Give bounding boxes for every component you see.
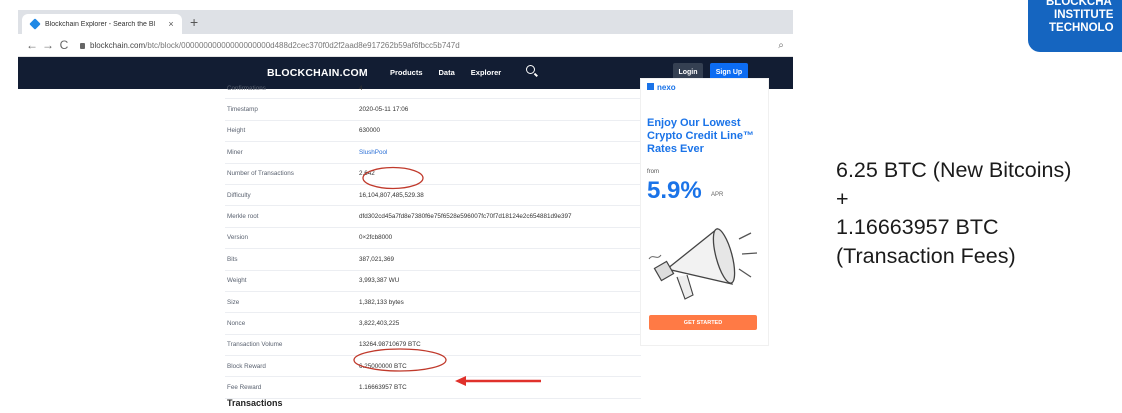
explanation-line-1: 6.25 BTC (New Bitcoins) [836,158,1072,182]
badge-line-3: TECHNOLO [1049,22,1114,34]
explanation-line-3: 1.16663957 BTC [836,215,999,239]
explanation-line-4: (Transaction Fees) [836,243,1016,268]
reward-explanation: 6.25 BTC (New Bitcoins) + 1.16663957 BTC… [836,156,1071,270]
transactions-count-circle [362,166,424,190]
badge-line-1: BLOCKCHA [1046,0,1112,8]
explanation-line-2: + [836,186,849,211]
fee-reward-arrow-head [455,376,466,386]
block-reward-circle [353,348,447,372]
badge-line-2: INSTITUTE [1054,9,1114,21]
institute-badge-text: BLOCKCHA INSTITUTE TECHNOLO [1046,0,1114,35]
